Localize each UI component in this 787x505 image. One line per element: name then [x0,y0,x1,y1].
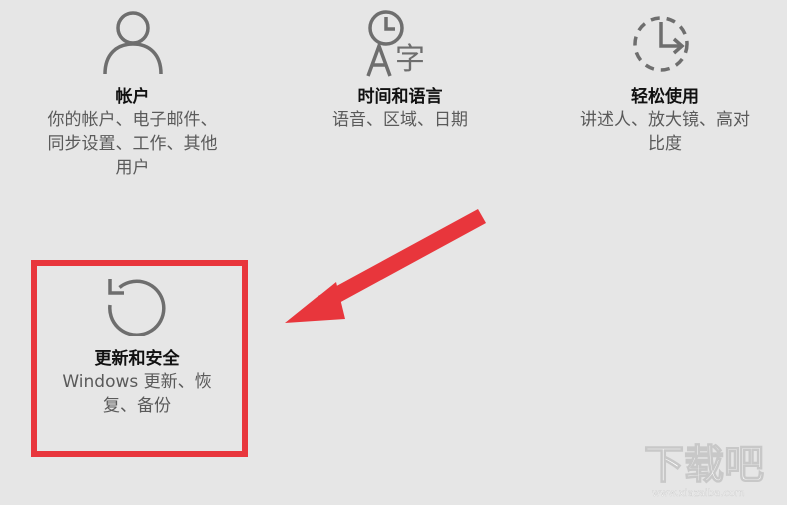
description-line: 比度 [648,134,682,154]
svg-text:下载吧: 下载吧 [644,442,764,488]
description-line: 复、备份 [103,396,171,416]
svg-text:字: 字 [395,42,425,77]
tile-title: 帐户 [115,87,150,107]
watermark-logo: 下载吧 www.xiazaiba.com [643,441,764,499]
description-line: 用户 [115,158,150,178]
accounts-tile[interactable]: 帐户 你的帐户、电子邮件、 同步设置、工作、其他 用户 [20,6,245,180]
description-line: 你的帐户、电子邮件、 [47,110,218,130]
tile-title: 时间和语言 [357,87,443,107]
tile-title: 更新和安全 [94,349,180,369]
tile-title: 轻松使用 [631,87,699,107]
description-line: 语音、区域、日期 [332,110,468,130]
tile-description: 你的帐户、电子邮件、 同步设置、工作、其他 用户 [20,108,245,180]
time-language-tile[interactable]: 字 时间和语言 语音、区域、日期 [295,6,505,132]
description-line: 同步设置、工作、其他 [47,134,218,154]
tile-description: Windows 更新、恢 复、备份 [32,370,242,418]
ease-of-access-tile[interactable]: 轻松使用 讲述人、放大镜、高对 比度 [545,6,785,156]
time-language-icon: 字 [366,10,425,77]
tile-description: 语音、区域、日期 [295,108,505,132]
person-icon [102,11,163,75]
refresh-icon [108,279,166,336]
description-line: 讲述人、放大镜、高对 [580,110,750,130]
tile-description: 讲述人、放大镜、高对 比度 [545,108,785,156]
svg-text:www.xiazaiba.com: www.xiazaiba.com [652,488,745,499]
update-security-tile[interactable]: 更新和安全 Windows 更新、恢 复、备份 [32,262,242,418]
description-line: Windows 更新、恢 [62,372,212,392]
ease-of-access-icon [633,16,689,72]
